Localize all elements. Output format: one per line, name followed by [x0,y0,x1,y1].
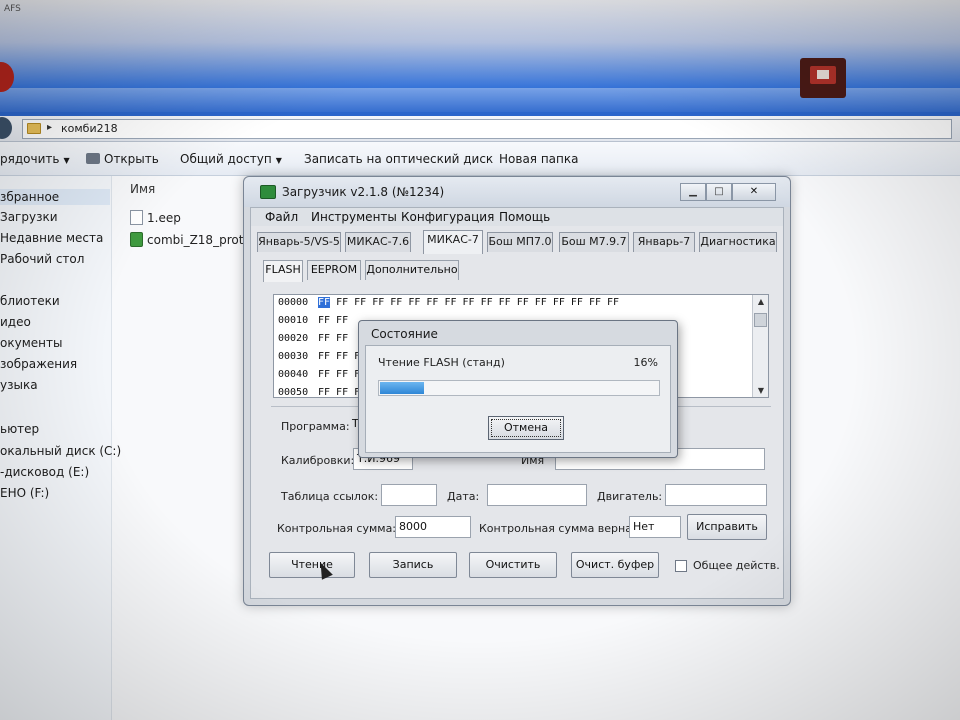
date-label: Дата: [447,490,480,503]
clear-button[interactable]: Очистить [469,552,557,578]
tab-flash[interactable]: FLASH [263,260,303,282]
scroll-down-icon[interactable]: ▼ [758,386,764,395]
maximize-button[interactable]: □ [706,183,732,201]
file-icon [130,210,143,225]
back-button-icon[interactable] [0,117,12,139]
folder-icon [27,123,41,134]
common-actions-label: Общее действ. [693,559,780,572]
close-button[interactable]: ✕ [732,183,776,201]
date-field[interactable] [487,484,587,506]
organize-button[interactable]: рядочить ▼ [0,152,70,166]
status-dialog-body: Чтение FLASH (станд) 16% Отмена [365,345,671,453]
breadcrumb-separator-icon: ▸ [47,122,53,133]
nav-item-dvd-e[interactable]: -дисковод (E:) [0,465,89,479]
status-task-text: Чтение FLASH (станд) [378,356,505,369]
hex-row: 00030 FF FF F [278,351,361,362]
tab-additional[interactable]: Дополнительно [365,260,459,280]
checksum-field[interactable]: 8000 [395,516,471,538]
column-header-name[interactable]: Имя [130,182,155,196]
share-button[interactable]: Общий доступ ▼ [180,152,282,166]
nav-item-documents[interactable]: окументы [0,336,62,350]
explorer-address-bar: ▸ комби218 [0,116,960,142]
read-button[interactable]: Чтение [269,552,355,578]
status-dialog-title: Состояние [371,327,438,341]
progress-bar [378,380,660,396]
checksum-ok-label: Контрольная сумма верна: [479,522,636,535]
clear-buffer-button[interactable]: Очист. буфер [571,552,659,578]
program-label: Программа: [281,420,350,433]
loader-titlebar[interactable]: Загрузчик v2.1.8 (№1234) ▁ □ ✕ [244,177,790,207]
program-file-icon [130,232,143,247]
open-icon [86,153,100,164]
hex-row: 00010 FF FF [278,315,349,326]
loader-app-icon [260,185,276,199]
link-table-label: Таблица ссылок: [281,490,379,503]
breadcrumb-folder[interactable]: комби218 [61,122,118,135]
file-item[interactable]: combi_Z18_protivo [130,232,261,247]
loader-title: Загрузчик v2.1.8 (№1234) [282,185,445,199]
tab-january-7[interactable]: Январь-7 [633,232,695,252]
hex-row: 00050 FF FF F [278,387,361,398]
link-table-field[interactable] [381,484,437,506]
nav-item-recent[interactable]: Недавние места [0,231,103,245]
checksum-ok-field[interactable]: Нет [629,516,681,538]
engine-label: Двигатель: [597,490,663,503]
calibrations-label: Калибровки: [281,454,355,467]
tray-app-icon[interactable] [800,58,846,98]
new-folder-button[interactable]: Новая папка [499,152,578,166]
nav-item-desktop[interactable]: Рабочий стол [0,252,84,266]
corner-text: AFS [4,4,21,14]
nav-item-local-disk-c[interactable]: окальный диск (C:) [0,444,121,458]
hex-scrollbar[interactable]: ▲ ▼ [752,295,768,397]
fix-button[interactable]: Исправить [687,514,767,540]
tab-mikas-7[interactable]: МИКАС-7 [423,230,483,254]
tab-bosch-m797[interactable]: Бош М7.9.7 [559,232,629,252]
selected-byte[interactable]: FF [318,297,331,308]
tab-mikas-7-6[interactable]: МИКАС-7.6 [345,232,411,252]
progress-fill [380,382,424,394]
minimize-button[interactable]: ▁ [680,183,706,201]
menu-configuration[interactable]: Конфигурация [401,210,494,224]
tab-bosch-mp7[interactable]: Бош МП7.0 [487,232,553,252]
address-field[interactable]: ▸ комби218 [22,119,952,139]
scroll-thumb[interactable] [754,313,767,327]
scroll-up-icon[interactable]: ▲ [758,297,764,306]
nav-item-libraries[interactable]: блиотеки [0,294,60,308]
navigation-pane: збранное Загрузки Недавние места Рабочий… [0,176,121,720]
desktop-background: AFS [0,0,960,120]
status-percent: 16% [633,356,658,369]
menu-file[interactable]: Файл [265,210,298,224]
hex-row: 00040 FF FF F [278,369,361,380]
explorer-toolbar: рядочить ▼ Открыть Общий доступ ▼ Записать… [0,142,960,176]
nav-item-images[interactable]: зображения [0,357,77,371]
checksum-label: Контрольная сумма: [277,522,397,535]
menu-bar: Файл Инструменты Конфигурация Помощь [251,208,783,226]
tab-january-5[interactable]: Январь-5/VS-5 [257,232,341,252]
status-dialog: Состояние Чтение FLASH (станд) 16% Отмен… [358,320,678,458]
write-button[interactable]: Запись [369,552,457,578]
nav-item-video[interactable]: идео [0,315,31,329]
nav-item-favorites[interactable]: збранное [0,189,110,205]
cancel-button[interactable]: Отмена [488,416,564,440]
engine-field[interactable] [665,484,767,506]
tab-eeprom[interactable]: EEPROM [307,260,361,280]
nav-item-music[interactable]: узыка [0,378,38,392]
hex-row: 00000 FF FF FF FF FF FF FF FF FF FF FF FF… [278,297,620,308]
common-actions-checkbox[interactable] [675,560,687,572]
nav-item-computer[interactable]: ьютер [0,422,39,436]
hex-row: 00020 FF FF [278,333,349,344]
menu-help[interactable]: Помощь [499,210,550,224]
nav-item-drive-f[interactable]: ЕНО (F:) [0,486,49,500]
burn-button[interactable]: Записать на оптический диск [304,152,493,166]
menu-tools[interactable]: Инструменты [311,210,397,224]
file-item[interactable]: 1.eep [130,210,181,225]
open-button[interactable]: Открыть [86,152,159,166]
nav-item-downloads[interactable]: Загрузки [0,210,58,224]
tab-diagnostics[interactable]: Диагностика [699,232,777,252]
